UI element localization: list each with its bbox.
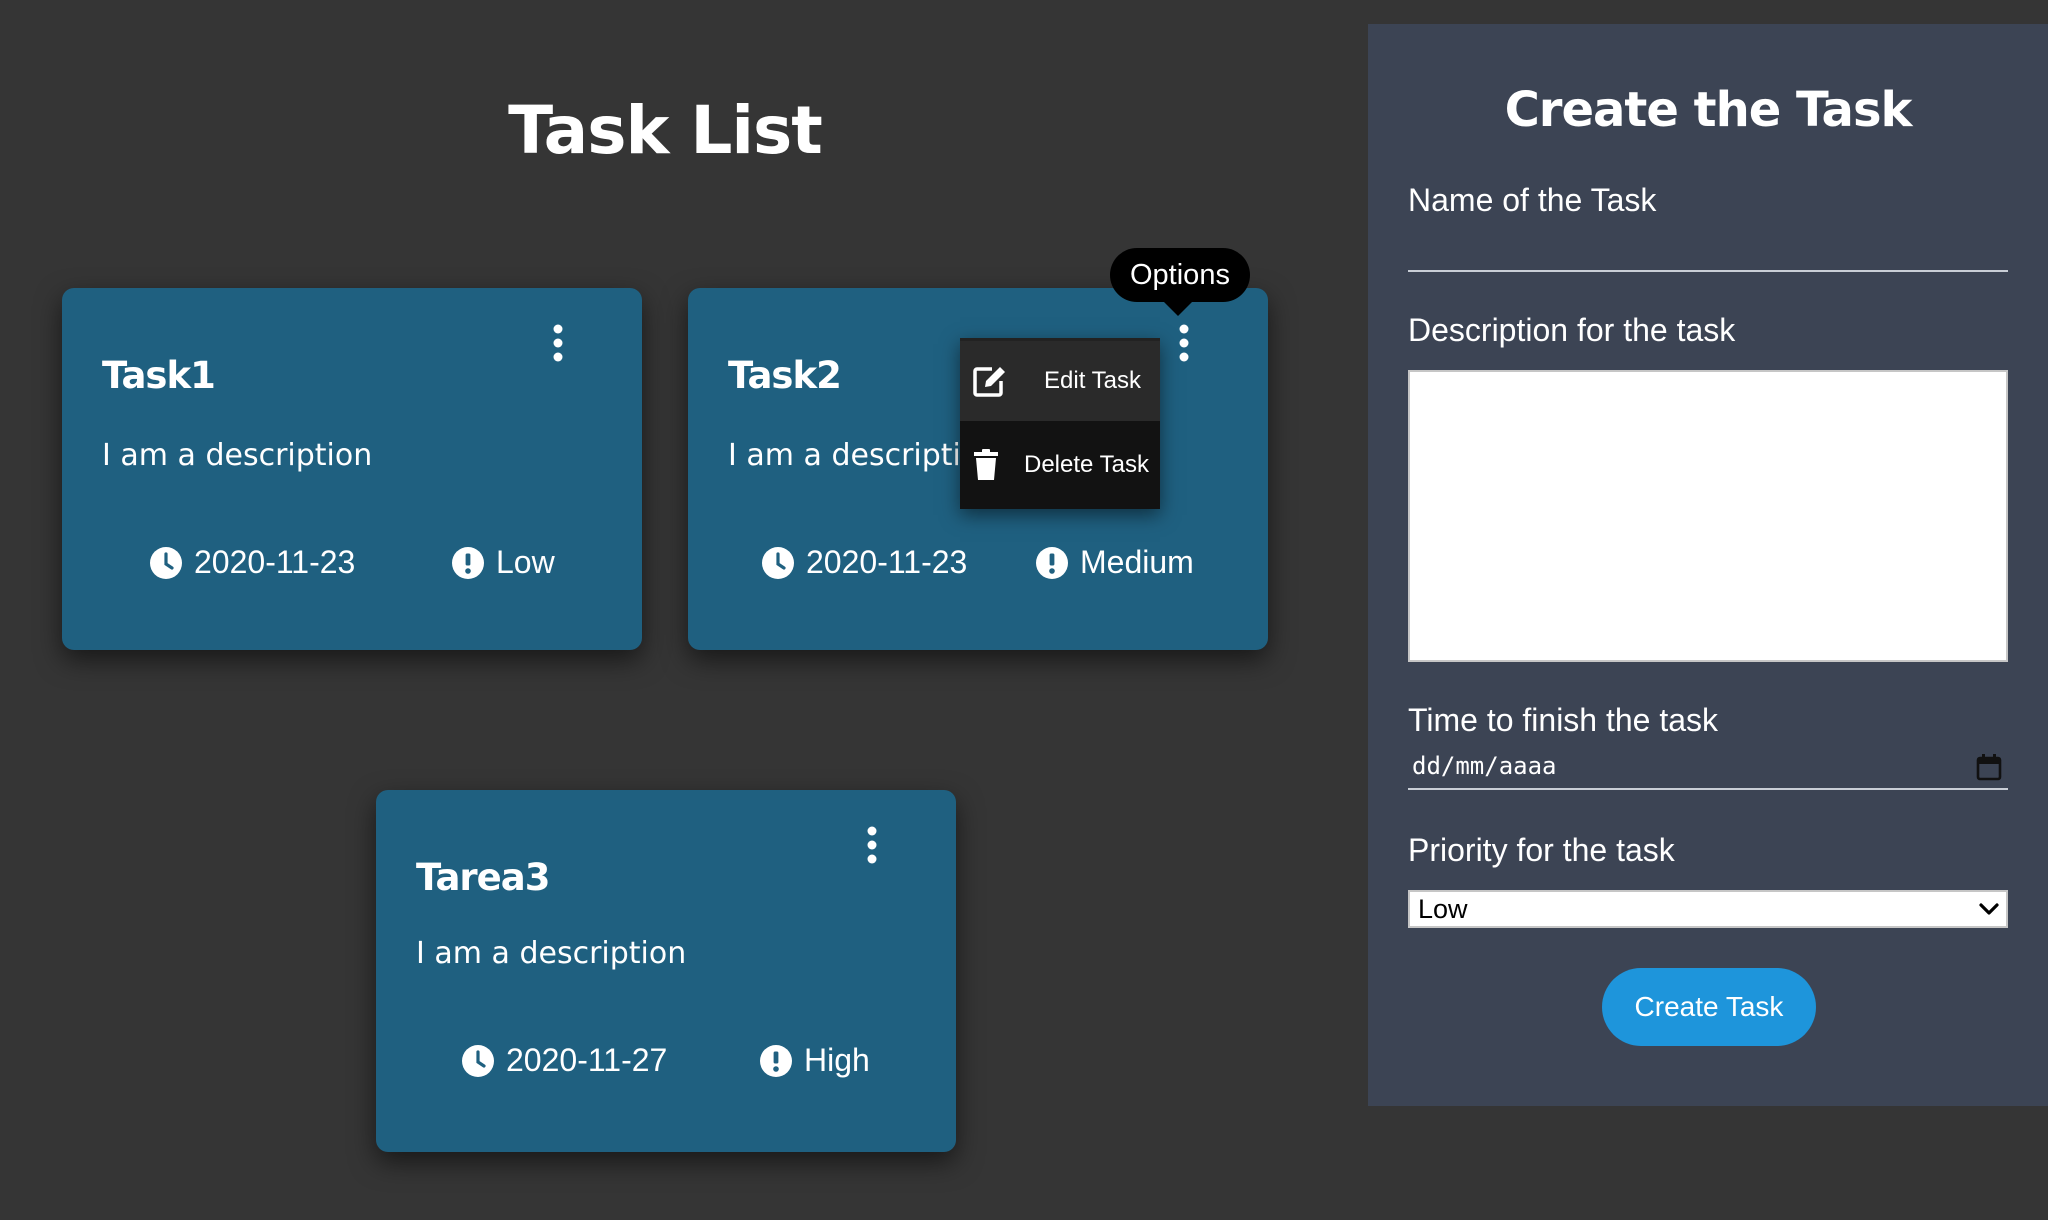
task-priority-value: High bbox=[804, 1042, 870, 1078]
exclamation-circle-icon bbox=[452, 546, 484, 579]
create-task-title: Create the Task bbox=[1504, 82, 1913, 138]
exclamation-circle-icon bbox=[760, 1044, 792, 1077]
date-placeholder: dd/mm/aaaa bbox=[1412, 752, 1557, 780]
task-list-title: Task List bbox=[508, 92, 823, 169]
task-date-input[interactable]: dd/mm/aaaa bbox=[1408, 750, 2008, 790]
task-description: I am a description bbox=[102, 438, 373, 473]
task-time-label: Time to finish the task bbox=[1408, 702, 1719, 738]
task-card: Tarea3 I am a description 2020-11-27 Hig… bbox=[376, 790, 956, 1152]
task-priority-value: Medium bbox=[1080, 544, 1194, 580]
edit-task-menu-item[interactable]: Edit Task bbox=[960, 341, 1160, 421]
task-description-label: Description for the task bbox=[1408, 312, 1736, 348]
kebab-menu-icon[interactable] bbox=[860, 826, 884, 864]
trash-icon bbox=[974, 449, 998, 480]
task-date: 2020-11-23 bbox=[150, 544, 355, 581]
task-card: Task1 I am a description 2020-11-23 Low bbox=[62, 288, 642, 650]
priority-select[interactable]: Low bbox=[1408, 890, 2008, 928]
priority-select-value: Low bbox=[1418, 894, 1468, 924]
task-date: 2020-11-27 bbox=[462, 1042, 667, 1079]
delete-task-label: Delete Task bbox=[1024, 451, 1149, 478]
task-date-value: 2020-11-23 bbox=[194, 544, 356, 580]
kebab-menu-icon[interactable] bbox=[546, 324, 570, 362]
clock-icon bbox=[762, 546, 794, 579]
edit-icon bbox=[973, 367, 1005, 397]
task-description-input[interactable] bbox=[1408, 370, 2008, 662]
calendar-icon[interactable] bbox=[1976, 753, 2002, 781]
task-options-menu: Edit Task Delete Task bbox=[960, 338, 1160, 509]
task-date-value: 2020-11-27 bbox=[506, 1042, 668, 1078]
create-task-button[interactable]: Create Task bbox=[1602, 968, 1816, 1046]
task-description: I am a description bbox=[728, 438, 999, 473]
task-priority: Low bbox=[452, 544, 555, 581]
exclamation-circle-icon bbox=[1036, 546, 1068, 579]
clock-icon bbox=[462, 1044, 494, 1077]
delete-task-menu-item[interactable]: Delete Task bbox=[960, 425, 1160, 505]
clock-icon bbox=[150, 546, 182, 579]
edit-task-label: Edit Task bbox=[1044, 367, 1141, 394]
task-description: I am a description bbox=[416, 936, 687, 971]
task-name-label: Name of the Task bbox=[1408, 182, 1657, 218]
create-task-panel: Create the Task Name of the Task Descrip… bbox=[1368, 24, 2048, 1106]
task-name: Task1 bbox=[102, 354, 216, 397]
kebab-menu-icon[interactable] bbox=[1172, 324, 1196, 362]
task-name: Tarea3 bbox=[416, 856, 550, 899]
page: Task List Task1 I am a description 2020-… bbox=[0, 0, 2048, 1220]
task-name-input[interactable] bbox=[1408, 242, 2008, 272]
task-priority: Medium bbox=[1036, 544, 1194, 581]
task-date: 2020-11-23 bbox=[762, 544, 967, 581]
task-name: Task2 bbox=[728, 354, 842, 397]
task-priority-value: Low bbox=[496, 544, 555, 580]
task-date-value: 2020-11-23 bbox=[806, 544, 968, 580]
task-priority: High bbox=[760, 1042, 870, 1079]
chevron-down-icon bbox=[1979, 903, 1999, 915]
options-tooltip: Options bbox=[1110, 248, 1250, 302]
tooltip-arrow bbox=[1164, 302, 1192, 316]
task-priority-label: Priority for the task bbox=[1408, 832, 1675, 868]
